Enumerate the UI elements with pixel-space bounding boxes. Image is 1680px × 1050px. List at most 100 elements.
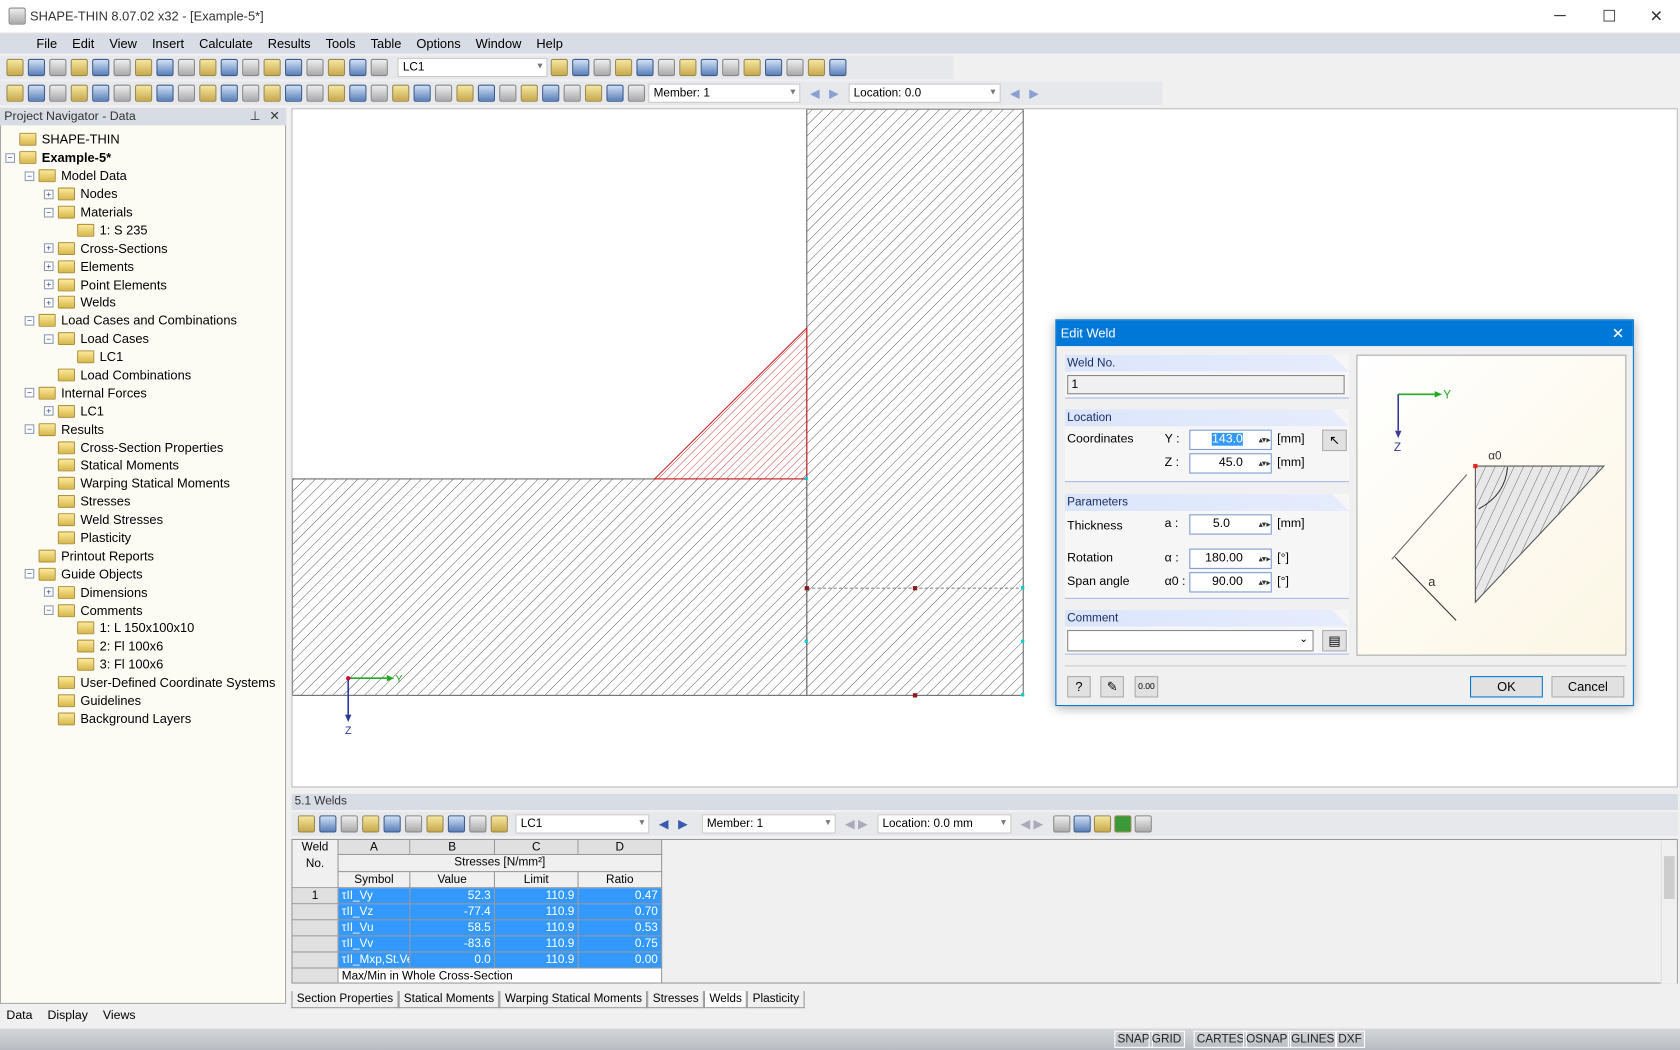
location-select[interactable]: Location: 0.0 ▼ (848, 83, 1001, 103)
group-header[interactable]: Stresses [N/mm²] (338, 855, 663, 873)
nav-tab-views[interactable]: Views (103, 1009, 136, 1022)
toolbar-icon[interactable] (340, 815, 358, 833)
tree-item[interactable]: LC1 (5, 348, 275, 366)
toolbar-icon[interactable] (199, 84, 217, 102)
table-cell-symbol[interactable]: τII_Mxp,St.Ver (338, 952, 411, 969)
toolbar-icon[interactable] (405, 815, 423, 833)
toolbar-icon[interactable] (70, 58, 88, 77)
nav-tab-display[interactable]: Display (47, 1009, 87, 1022)
toolbar-icon[interactable] (319, 815, 337, 833)
menu-options[interactable]: Options (416, 36, 460, 51)
tree-item[interactable]: Background Layers (5, 710, 275, 728)
row-number[interactable] (292, 968, 339, 983)
toolbar-icon[interactable] (242, 84, 260, 102)
expand-icon[interactable]: + (43, 189, 54, 199)
table-cell-ratio[interactable]: 0.70 (578, 904, 663, 921)
collapse-icon[interactable]: − (24, 171, 35, 181)
toolbar-icon[interactable] (636, 58, 654, 77)
tree-item[interactable]: SHAPE-THIN (5, 131, 275, 149)
tree-item[interactable]: Load Combinations (5, 366, 275, 384)
menu-tools[interactable]: Tools (326, 36, 356, 51)
status-glines[interactable]: GLINES (1287, 1030, 1338, 1048)
toolbar-icon[interactable] (657, 58, 676, 77)
toolbar-icon[interactable] (177, 84, 196, 102)
rotation-input[interactable]: 180.00 (1189, 548, 1272, 569)
tab-section-properties[interactable]: Section Properties (291, 991, 399, 1009)
toolbar-icon[interactable] (447, 815, 466, 833)
z-coordinate-input[interactable]: 45.0 (1189, 453, 1272, 474)
tab-welds[interactable]: Welds (703, 991, 748, 1009)
toolbar-icon[interactable] (829, 58, 847, 77)
toolbar-icon[interactable] (70, 84, 88, 102)
prev-icon[interactable]: ◀ (659, 816, 668, 832)
toolbar-icon[interactable] (370, 84, 388, 102)
table-cell-ratio[interactable]: 0.00 (578, 952, 663, 969)
toolbar-icon[interactable] (362, 815, 380, 833)
menu-view[interactable]: View (109, 36, 137, 51)
toolbar-icon[interactable] (92, 58, 110, 77)
prev-icon[interactable]: ◀ (810, 86, 819, 101)
menu-insert[interactable]: Insert (152, 36, 184, 51)
next-icon[interactable]: ▶ (829, 86, 838, 101)
toolbar-icon[interactable] (327, 58, 346, 77)
expand-icon[interactable]: + (43, 243, 54, 254)
table-cell-value[interactable]: -83.6 (410, 936, 496, 953)
toolbar-icon[interactable] (722, 58, 740, 77)
units-button[interactable]: 0.00 (1134, 676, 1159, 698)
table-cell-ratio[interactable]: 0.47 (578, 888, 663, 905)
tree-item[interactable]: User-Defined Coordinate Systems (5, 674, 275, 692)
toolbar-icon[interactable] (700, 58, 718, 77)
row-number[interactable]: 1 (292, 888, 339, 905)
toolbar-icon[interactable] (743, 58, 761, 77)
toolbar-icon[interactable] (27, 58, 46, 77)
expand-icon[interactable]: + (43, 279, 54, 290)
toolbar-icon[interactable] (220, 84, 238, 102)
menu-table[interactable]: Table (371, 36, 402, 51)
toolbar-icon[interactable] (113, 84, 131, 102)
toolbar-icon[interactable] (242, 58, 260, 77)
toolbar-icon[interactable] (306, 58, 324, 77)
tree-item[interactable]: + Dimensions (5, 583, 275, 601)
status-osnap[interactable]: OSNAP (1242, 1030, 1291, 1048)
load-case-select[interactable]: LC1 ▼ (397, 57, 548, 78)
toolbar-icon[interactable] (263, 84, 281, 102)
horizontal-plate[interactable] (291, 478, 808, 696)
toolbar-icon[interactable] (807, 58, 826, 77)
prev-location-icon[interactable]: ◀ ▶ (1021, 816, 1043, 832)
column-header[interactable]: Symbol (338, 872, 411, 889)
toolbar-icon[interactable] (6, 58, 24, 77)
toolbar-icon[interactable] (392, 84, 410, 102)
tree-item[interactable]: + Point Elements (5, 275, 275, 293)
table-cell-limit[interactable]: 110.9 (495, 936, 579, 953)
status-grid[interactable]: GRID (1148, 1030, 1185, 1048)
toolbar-icon[interactable] (285, 84, 303, 102)
table-cell-limit[interactable]: 110.9 (495, 904, 579, 921)
toolbar-icon[interactable] (413, 84, 431, 102)
tree-item[interactable]: 3: Fl 100x6 (5, 656, 275, 674)
toolbar-icon[interactable] (490, 815, 508, 833)
toolbar-icon[interactable] (263, 58, 281, 77)
tab-statical-moments[interactable]: Statical Moments (398, 991, 500, 1009)
collapse-icon[interactable]: − (43, 334, 54, 344)
toolbar-icon[interactable] (383, 815, 401, 833)
weld-no-field[interactable]: 1 (1067, 375, 1345, 395)
status-snap[interactable]: SNAP (1114, 1030, 1153, 1048)
collapse-icon[interactable]: − (43, 605, 54, 616)
collapse-icon[interactable]: − (5, 153, 16, 163)
table-footer[interactable]: Max/Min in Whole Cross-Section (338, 968, 663, 983)
tree-item[interactable]: − Internal Forces (5, 384, 275, 402)
expand-icon[interactable]: + (43, 297, 54, 308)
nav-tab-data[interactable]: Data (6, 1009, 32, 1022)
prev-location-icon[interactable]: ◀ (1010, 86, 1019, 101)
toolbar-icon[interactable] (135, 84, 153, 102)
tree-item[interactable]: Stresses (5, 493, 275, 511)
menu-window[interactable]: Window (476, 36, 522, 51)
column-letter[interactable]: D (578, 840, 663, 856)
vertical-plate[interactable] (806, 108, 1024, 696)
thickness-input[interactable]: 5.0 (1189, 514, 1272, 535)
collapse-icon[interactable]: − (24, 424, 35, 435)
pick-point-button[interactable]: ↖ (1322, 429, 1347, 452)
toolbar-icon[interactable] (49, 84, 67, 102)
collapse-icon[interactable]: − (24, 569, 35, 579)
toolbar-icon[interactable] (585, 84, 603, 102)
